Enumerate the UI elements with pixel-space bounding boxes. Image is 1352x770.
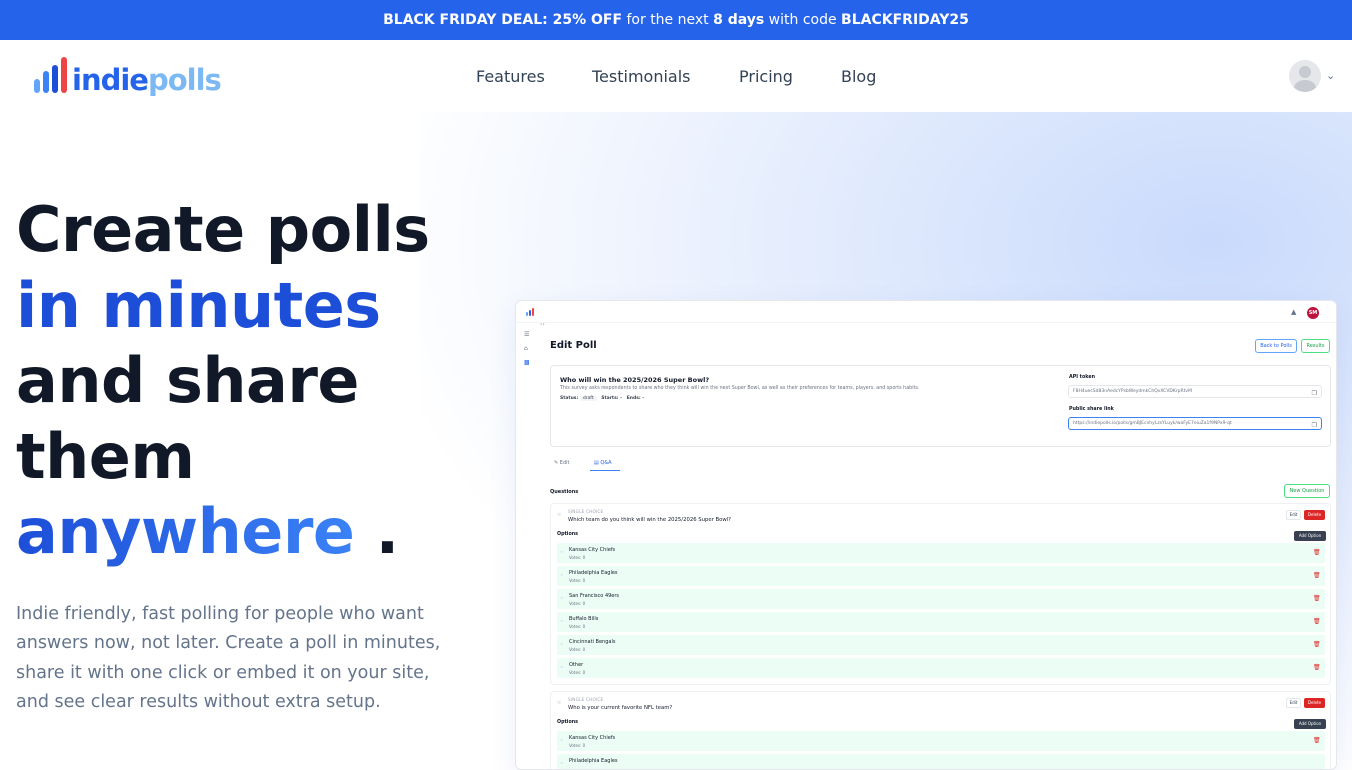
logo-bars-icon bbox=[34, 57, 72, 97]
api-token-label: API token bbox=[1069, 375, 1096, 380]
option-row[interactable]: ≡ Philadelphia Eagles Votes: 0 🗑 bbox=[557, 566, 1325, 586]
drag-handle-icon: ≡ bbox=[560, 572, 564, 577]
trash-icon[interactable]: 🗑 bbox=[1313, 618, 1321, 625]
add-option-button[interactable]: Add Option bbox=[1294, 531, 1326, 541]
hero-line-1: Create polls bbox=[16, 193, 430, 266]
hero-line-5-end: . bbox=[354, 495, 400, 568]
hero-line-4: them bbox=[16, 419, 195, 493]
trash-icon[interactable]: 🗑 bbox=[1313, 549, 1321, 556]
deal-code-text: with code bbox=[764, 12, 842, 28]
active-tab-indicator bbox=[590, 470, 620, 471]
hero-title: Create polls in minutes and share them a… bbox=[16, 192, 486, 570]
edit-question-button[interactable]: Edit bbox=[1286, 510, 1301, 520]
nav-blog[interactable]: Blog bbox=[841, 67, 876, 86]
trash-icon[interactable]: 🗑 bbox=[1313, 572, 1321, 579]
app-logo-icon bbox=[526, 308, 535, 316]
drag-handle-icon: ≡ bbox=[560, 737, 564, 742]
page-title: Edit Poll bbox=[550, 340, 597, 351]
hero-line-3: and share bbox=[16, 344, 359, 417]
nav-features[interactable]: Features bbox=[476, 67, 545, 86]
user-avatar[interactable] bbox=[1289, 60, 1321, 92]
option-row[interactable]: ≡ Buffalo Bills Votes: 0 🗑 bbox=[557, 612, 1325, 632]
option-row[interactable]: ≡ Kansas City Chiefs Votes: 0 🗑 bbox=[557, 543, 1325, 563]
back-to-polls-button[interactable]: Back to Polls bbox=[1255, 339, 1297, 353]
share-link-label: Public share link bbox=[1069, 407, 1114, 412]
home-icon[interactable]: ⌂ bbox=[524, 345, 531, 352]
question-type: SINGLE CHOICE bbox=[568, 509, 604, 514]
polls-icon[interactable]: ☰ bbox=[524, 331, 531, 338]
hero-subtitle: Indie friendly, fast polling for people … bbox=[16, 604, 441, 712]
add-option-button[interactable]: Add Option bbox=[1294, 719, 1326, 729]
drag-handle-icon[interactable]: ≡ bbox=[557, 512, 561, 518]
copy-icon[interactable]: ❐ bbox=[1312, 388, 1317, 397]
deal-days: 8 days bbox=[713, 12, 765, 28]
copy-icon[interactable]: ❐ bbox=[1312, 420, 1317, 429]
options-label: Options bbox=[557, 720, 579, 725]
drag-handle-icon: ≡ bbox=[560, 664, 564, 669]
app-preview: ▲ SM ‹› ☰ ⌂ ▩ Edit Poll Back to Polls Re… bbox=[515, 300, 1337, 770]
drag-handle-icon: ≡ bbox=[560, 641, 564, 646]
promo-banner[interactable]: BLACK FRIDAY DEAL: 25% OFF for the next … bbox=[0, 0, 1352, 40]
poll-question: Who will win the 2025/2026 Super Bowl? bbox=[560, 376, 710, 384]
drag-handle-icon: ≡ bbox=[560, 549, 564, 554]
drag-handle-icon: ≡ bbox=[560, 760, 564, 765]
question-type: SINGLE CHOICE bbox=[568, 697, 604, 702]
deal-label: BLACK FRIDAY DEAL: 25% OFF bbox=[383, 12, 623, 28]
brand-name: indiepolls bbox=[72, 63, 222, 97]
option-row[interactable]: ≡ San Francisco 49ers Votes: 0 🗑 bbox=[557, 589, 1325, 609]
drag-handle-icon: ≡ bbox=[560, 595, 564, 600]
hero-line-2: in minutes bbox=[16, 268, 381, 342]
poll-description: This survey asks respondents to share wh… bbox=[560, 386, 920, 391]
poll-meta: Status: draft Starts: - Ends: - bbox=[560, 396, 645, 401]
app-topbar bbox=[516, 301, 1336, 323]
edit-question-button[interactable]: Edit bbox=[1286, 698, 1301, 708]
poll-summary: Who will win the 2025/2026 Super Bowl? T… bbox=[550, 365, 1331, 447]
deal-code: BLACKFRIDAY25 bbox=[841, 12, 969, 28]
questions-label: Questions bbox=[550, 489, 579, 495]
options-label: Options bbox=[557, 532, 579, 537]
option-row[interactable]: ≡ Other Votes: 0 🗑 bbox=[557, 658, 1325, 678]
status-badge: draft bbox=[579, 396, 597, 401]
trash-icon[interactable]: 🗑 bbox=[1313, 641, 1321, 648]
nav-pricing[interactable]: Pricing bbox=[739, 67, 793, 86]
trash-icon[interactable]: 🗑 bbox=[1313, 737, 1321, 744]
chevron-down-icon[interactable]: ⌄ bbox=[1326, 69, 1335, 82]
new-question-button[interactable]: New Question bbox=[1284, 484, 1330, 498]
bell-icon[interactable]: ▲ bbox=[1291, 308, 1298, 316]
app-avatar[interactable]: SM bbox=[1307, 307, 1319, 319]
question-text: Which team do you think will win the 202… bbox=[568, 517, 731, 523]
option-row[interactable]: ≡ Kansas City Chiefs Votes: 0 🗑 bbox=[557, 731, 1325, 751]
drag-handle-icon[interactable]: ≡ bbox=[557, 700, 561, 706]
option-row[interactable]: ≡ Cincinnati Bengals Votes: 0 🗑 bbox=[557, 635, 1325, 655]
hero-line-5: anywhere bbox=[16, 495, 355, 568]
trash-icon[interactable]: 🗑 bbox=[1313, 664, 1321, 671]
question-text: Who is your current favorite NFL team? bbox=[568, 705, 673, 711]
api-token-field[interactable]: F8H4uecSd83nAedcYPsbWeydmkChQvXCVDKrpRtv… bbox=[1068, 385, 1322, 398]
delete-question-button[interactable]: Delete bbox=[1304, 698, 1325, 708]
question-card: ≡ SINGLE CHOICE Which team do you think … bbox=[550, 503, 1331, 685]
tab-edit[interactable]: ✎ Edit bbox=[554, 460, 569, 466]
results-button[interactable]: Results bbox=[1301, 339, 1330, 353]
drag-handle-icon: ≡ bbox=[560, 618, 564, 623]
share-link-field[interactable]: https://indiepolls.io/polls/gmBJEcnhyLzs… bbox=[1068, 417, 1322, 430]
nav-testimonials[interactable]: Testimonials bbox=[592, 67, 691, 86]
question-card: ≡ SINGLE CHOICE Who is your current favo… bbox=[550, 691, 1331, 769]
delete-question-button[interactable]: Delete bbox=[1304, 510, 1325, 520]
chart-icon[interactable]: ▩ bbox=[524, 359, 531, 366]
deal-text: for the next bbox=[622, 12, 714, 28]
brand-logo[interactable]: indiepolls bbox=[34, 57, 222, 97]
option-row[interactable]: ≡ Philadelphia Eagles bbox=[557, 754, 1325, 769]
collapse-sidebar-icon[interactable]: ‹› bbox=[540, 321, 545, 328]
app-sidebar: ☰ ⌂ ▩ bbox=[524, 331, 536, 373]
tab-qa[interactable]: ▤ Q&A bbox=[594, 460, 612, 466]
trash-icon[interactable]: 🗑 bbox=[1313, 595, 1321, 602]
